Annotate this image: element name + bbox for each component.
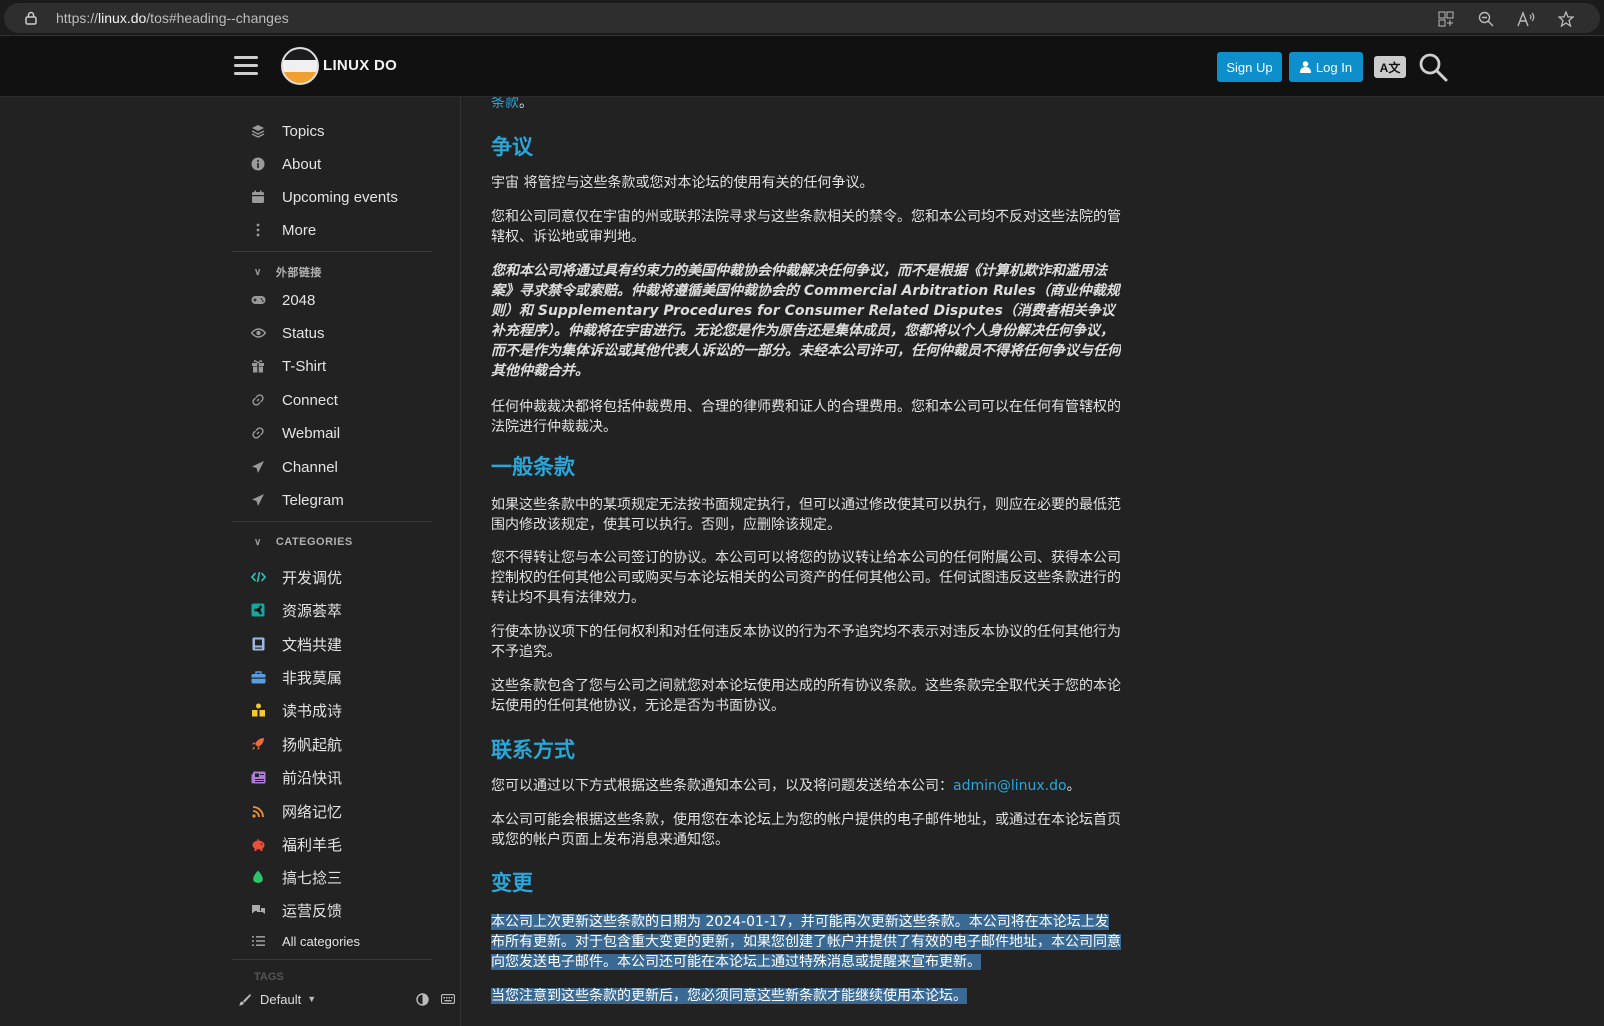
sidebar-category[interactable]: 开发调优	[250, 564, 342, 590]
sidebar-item-webmail[interactable]: Webmail	[250, 420, 340, 446]
sidebar-category[interactable]: 读书成诗	[250, 697, 342, 723]
browser-address-bar: https://linux.do/tos#heading--changes	[0, 0, 1604, 36]
external-links-heading[interactable]: ∨ 外部链接	[254, 263, 322, 281]
sidebar-all-categories[interactable]: All categories	[250, 928, 360, 954]
zoom-out-icon[interactable]	[1476, 10, 1496, 27]
sidebar-category[interactable]: 网络记忆	[250, 798, 342, 824]
categories-heading[interactable]: ∨ CATEGORIES	[254, 533, 353, 551]
gift-icon	[250, 358, 266, 374]
calendar-icon	[250, 189, 266, 205]
sidebar-category[interactable]: 资源荟萃	[250, 597, 342, 623]
share-icon	[250, 602, 266, 618]
sidebar-item-upcoming-events[interactable]: Upcoming events	[250, 184, 398, 210]
more-icon	[250, 222, 266, 238]
send-icon	[250, 459, 266, 475]
paragraph: 这些条款包含了您与公司之间就您对本论坛使用达成的所有协议条款。这些条款完全取代关…	[491, 678, 1121, 714]
sidebar-footer: Default ▼	[232, 981, 456, 1017]
sidebar-item-topics[interactable]: Topics	[250, 118, 325, 144]
chevron-down-icon: ∨	[254, 536, 262, 548]
gamepad-icon	[250, 292, 266, 308]
lock-icon	[25, 11, 37, 25]
heading-general-terms: 一般条款	[491, 455, 575, 479]
brush-icon	[238, 993, 251, 1006]
eye-icon	[250, 325, 266, 341]
link-icon	[250, 425, 266, 441]
sidebar-category[interactable]: 前沿快讯	[250, 764, 342, 790]
url-field[interactable]: https://linux.do/tos#heading--changes	[4, 3, 1600, 33]
dark-mode-toggle-icon[interactable]	[416, 992, 429, 1006]
book-icon	[250, 636, 266, 652]
url-text: https://linux.do/tos#heading--changes	[56, 10, 289, 26]
sidebar: Topics About Upcoming events More ∨ 外部链接 …	[0, 97, 461, 1026]
briefcase-icon	[250, 669, 266, 685]
favorite-star-icon[interactable]	[1556, 10, 1576, 27]
code-icon	[250, 569, 266, 585]
paragraph: 宇宙 将管控与这些条款或您对本论坛的使用有关的任何争议。	[491, 175, 874, 191]
sidebar-category[interactable]: 运营反馈	[250, 897, 342, 923]
piggy-bank-icon	[250, 836, 266, 852]
hamburger-menu-icon[interactable]	[234, 56, 258, 76]
sidebar-category[interactable]: 搞七捻三	[250, 864, 342, 890]
log-in-button[interactable]: Log In	[1289, 52, 1363, 82]
read-aloud-icon[interactable]	[1516, 10, 1536, 27]
site-logo[interactable]	[281, 47, 319, 85]
search-icon[interactable]	[1418, 52, 1448, 82]
paragraph-selected: 本公司上次更新这些条款的日期为 2024-01-17，并可能再次更新这些条款。本…	[491, 914, 1121, 970]
sidebar-category[interactable]: 扬帆起航	[250, 731, 342, 757]
sidebar-item-more[interactable]: More	[250, 217, 316, 243]
log-in-label: Log In	[1315, 59, 1353, 75]
link-icon	[250, 392, 266, 408]
sidebar-item-t-shirt[interactable]: T-Shirt	[250, 353, 326, 379]
sidebar-item-connect[interactable]: Connect	[250, 387, 338, 413]
sidebar-category[interactable]: 非我莫属	[250, 664, 342, 690]
sidebar-divider	[232, 521, 432, 522]
layers-icon	[250, 123, 266, 139]
sidebar-item-2048[interactable]: 2048	[250, 287, 315, 313]
sidebar-item-channel[interactable]: Channel	[250, 454, 338, 480]
theme-selector[interactable]: Default	[260, 992, 301, 1007]
rocket-icon	[250, 736, 266, 752]
chat-icon	[250, 902, 266, 918]
site-header: LINUX DO Sign Up Log In A文	[0, 36, 1604, 97]
terms-link[interactable]: 条款	[491, 97, 519, 111]
sidebar-item-about[interactable]: About	[250, 151, 321, 177]
user-icon	[1299, 61, 1311, 73]
app-grid-icon[interactable]	[1436, 10, 1456, 27]
leaf-icon	[250, 869, 266, 885]
paragraph-selected: 当您注意到这些条款的更新后，您必须同意这些新条款才能继续使用本论坛。	[491, 988, 967, 1004]
contact-email-link[interactable]: admin@linux.do	[953, 778, 1067, 794]
people-icon	[250, 702, 266, 718]
sidebar-item-telegram[interactable]: Telegram	[250, 487, 344, 513]
list-icon	[250, 933, 266, 949]
paragraph: 您不得转让您与本公司签订的协议。本公司可以将您的协议转让给本公司的任何附属公司、…	[491, 550, 1121, 606]
paragraph-fragment: 条款。	[491, 97, 533, 111]
caret-down-icon: ▼	[307, 994, 317, 1004]
newspaper-icon	[250, 769, 266, 785]
heading-disputes: 争议	[491, 135, 533, 159]
sidebar-divider	[232, 251, 432, 252]
paragraph: 任何仲裁裁决都将包括仲裁费用、合理的律师费和证人的合理费用。您和本公司可以在任何…	[491, 399, 1121, 435]
keyboard-icon[interactable]	[441, 994, 456, 1004]
tos-content: 条款。 争议 宇宙 将管控与这些条款或您对本论坛的使用有关的任何争议。 您和公司…	[491, 97, 1121, 1026]
sign-up-button[interactable]: Sign Up	[1217, 52, 1282, 82]
paragraph-emphasis: 您和本公司将通过具有约束力的美国仲裁协会仲裁解决任何争议，而不是根据《计算机欺诈…	[491, 263, 1121, 379]
rss-icon	[250, 803, 266, 819]
site-title[interactable]: LINUX DO	[323, 57, 397, 74]
sidebar-category[interactable]: 文档共建	[250, 631, 342, 657]
chevron-down-icon: ∨	[254, 266, 262, 278]
paragraph: 行使本协议项下的任何权利和对任何违反本协议的行为不予追究均不表示对违反本协议的任…	[491, 624, 1121, 660]
sidebar-divider	[232, 959, 432, 960]
send-icon	[250, 492, 266, 508]
heading-changes: 变更	[491, 871, 533, 895]
translate-button[interactable]: A文	[1374, 56, 1406, 78]
paragraph: 本公司可能会根据这些条款，使用您在本论坛上为您的帐户提供的电子邮件地址，或通过在…	[491, 812, 1121, 848]
info-icon	[250, 156, 266, 172]
heading-contact: 联系方式	[491, 738, 575, 762]
sidebar-item-status[interactable]: Status	[250, 320, 325, 346]
paragraph: 如果这些条款中的某项规定无法按书面规定执行，但可以通过修改使其可以执行，则应在必…	[491, 497, 1121, 533]
sidebar-category[interactable]: 福利羊毛	[250, 831, 342, 857]
paragraph: 您和公司同意仅在宇宙的州或联邦法院寻求与这些条款相关的禁令。您和本公司均不反对这…	[491, 209, 1121, 245]
paragraph: 您可以通过以下方式根据这些条款通知本公司，以及将问题发送给本公司：admin@l…	[491, 778, 1081, 794]
